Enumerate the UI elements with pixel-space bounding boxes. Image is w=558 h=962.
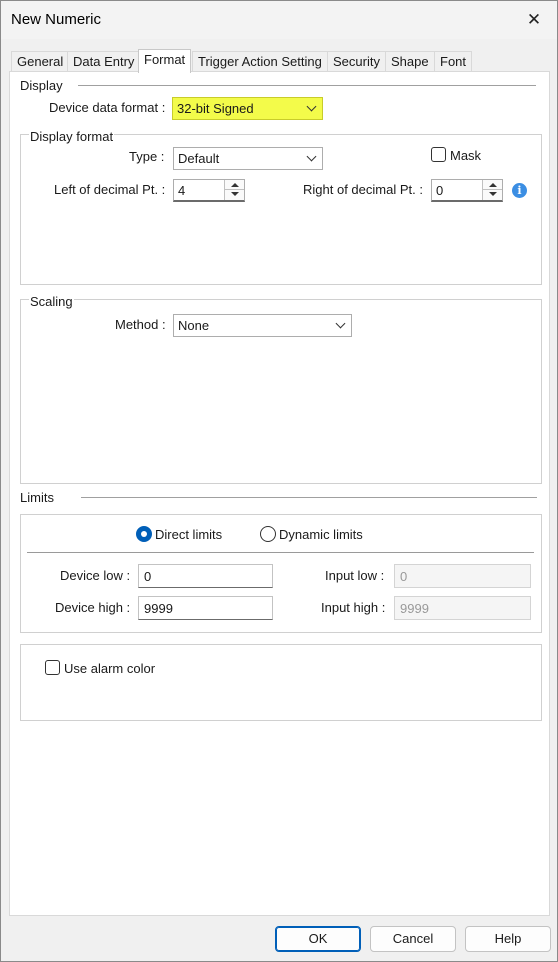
method-value: None (178, 318, 210, 333)
tab-security[interactable]: Security (327, 51, 386, 72)
left-decimal-spin-buttons (224, 180, 244, 200)
tab-font[interactable]: Font (434, 51, 473, 72)
tab-general[interactable]: General (11, 51, 70, 72)
alarm-group: Use alarm color (20, 644, 542, 721)
use-alarm-color-label: Use alarm color (64, 661, 156, 676)
arrow-up-icon (231, 183, 239, 187)
device-low-input[interactable]: 0 (138, 564, 273, 588)
arrow-down-icon (231, 192, 239, 196)
scaling-group-label: Scaling (29, 294, 74, 309)
type-label: Type : (129, 149, 165, 164)
left-decimal-down-button[interactable] (225, 190, 244, 200)
device-data-format-value: 32-bit Signed (177, 101, 254, 116)
dialog-window: New Numeric ✕ General Data Entry Format … (0, 0, 558, 962)
input-low-label: Input low : (325, 568, 385, 583)
help-button[interactable]: Help (465, 926, 551, 952)
right-decimal-spinner[interactable]: 0 (431, 179, 503, 202)
device-data-format-select[interactable]: 32-bit Signed (172, 97, 323, 120)
mask-checkbox[interactable] (431, 147, 446, 162)
right-decimal-spin-buttons (482, 180, 502, 200)
tab-content-format: Display Device data format : 32-bit Sign… (9, 71, 550, 916)
device-data-format-label: Device data format : (49, 100, 166, 115)
type-select[interactable]: Default (173, 147, 323, 170)
cancel-button[interactable]: Cancel (370, 926, 456, 952)
input-high-field[interactable]: 9999 (394, 596, 531, 620)
ok-button[interactable]: OK (275, 926, 361, 952)
left-decimal-up-button[interactable] (225, 180, 244, 190)
device-high-label: Device high : (55, 600, 131, 615)
info-icon[interactable]: i (512, 183, 527, 198)
chevron-down-icon (306, 101, 317, 112)
display-divider (78, 85, 536, 86)
method-select[interactable]: None (173, 314, 352, 337)
right-decimal-up-button[interactable] (483, 180, 502, 190)
left-decimal-spinner[interactable]: 4 (173, 179, 245, 202)
display-format-group-label: Display format (29, 129, 115, 144)
chevron-down-icon (335, 318, 346, 329)
tab-format[interactable]: Format (138, 49, 192, 73)
scaling-group: Scaling Method : None (20, 294, 542, 484)
display-section-label: Display (20, 78, 63, 93)
limits-section-label: Limits (20, 490, 54, 505)
tab-shape[interactable]: Shape (385, 51, 435, 72)
device-low-label: Device low : (60, 568, 131, 583)
right-decimal-value: 0 (436, 183, 444, 198)
dynamic-limits-label: Dynamic limits (279, 527, 363, 542)
mask-label: Mask (450, 148, 482, 163)
chevron-down-icon (306, 151, 317, 162)
tab-trigger-action-setting[interactable]: Trigger Action Setting (192, 51, 328, 72)
close-icon: ✕ (526, 10, 542, 29)
method-label: Method : (115, 317, 166, 332)
right-decimal-label: Right of decimal Pt. : (303, 182, 423, 197)
dynamic-limits-radio[interactable] (260, 526, 276, 542)
limits-divider (81, 497, 537, 498)
arrow-up-icon (489, 183, 497, 187)
right-decimal-down-button[interactable] (483, 190, 502, 200)
display-format-group: Display format Type : Default Mask Left … (20, 129, 542, 285)
tab-data-entry[interactable]: Data Entry (67, 51, 141, 72)
input-low-field[interactable]: 0 (394, 564, 531, 588)
direct-limits-radio[interactable] (136, 526, 152, 542)
left-decimal-label: Left of decimal Pt. : (54, 182, 166, 197)
limits-inner-divider (27, 552, 534, 553)
window-title: New Numeric (11, 11, 102, 28)
direct-limits-label: Direct limits (155, 527, 223, 542)
close-button[interactable]: ✕ (517, 4, 551, 36)
device-high-input[interactable]: 9999 (138, 596, 273, 620)
title-bar: New Numeric ✕ (1, 1, 557, 39)
left-decimal-value: 4 (178, 183, 186, 198)
limits-group: Direct limits Dynamic limits Device low … (20, 514, 542, 633)
input-high-label: Input high : (321, 600, 386, 615)
use-alarm-color-checkbox[interactable] (45, 660, 60, 675)
arrow-down-icon (489, 192, 497, 196)
type-value: Default (178, 151, 220, 166)
